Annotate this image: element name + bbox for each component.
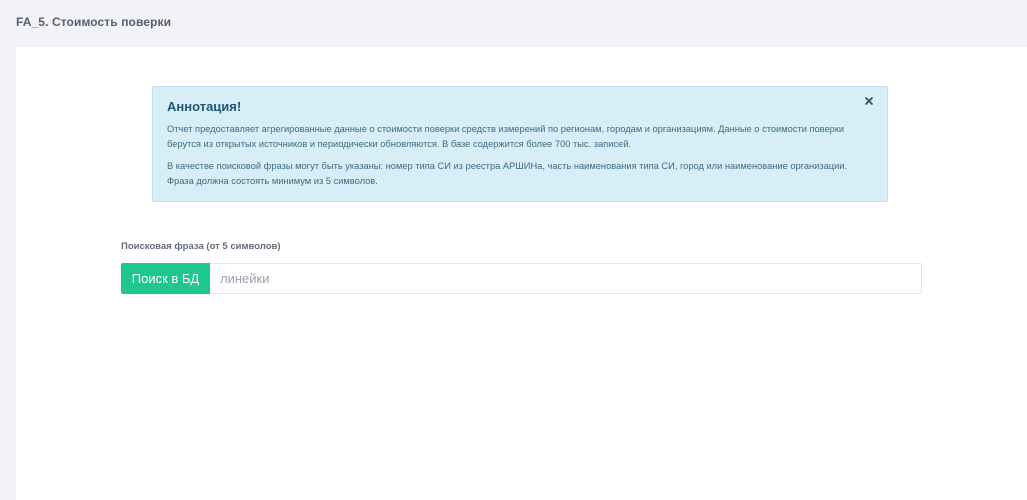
page-header: FA_5. Стоимость поверки — [0, 0, 1027, 46]
annotation-alert: Аннотация! Отчет предоставляет агрегиров… — [152, 86, 888, 202]
page-title: FA_5. Стоимость поверки — [16, 15, 172, 29]
annotation-paragraph-1: Отчет предоставляет агрегированные данны… — [167, 124, 845, 149]
content-card: Аннотация! Отчет предоставляет агрегиров… — [16, 47, 1027, 500]
search-input[interactable] — [210, 263, 922, 294]
close-icon[interactable] — [862, 94, 876, 108]
search-group: Поиск в БД — [121, 263, 922, 294]
annotation-paragraph-2: В качестве поисковой фразы могут быть ук… — [167, 161, 848, 186]
annotation-title: Аннотация! — [167, 99, 242, 114]
search-label: Поисковая фраза (от 5 символов) — [121, 241, 281, 252]
close-icon-graphic — [865, 97, 873, 105]
search-db-button[interactable]: Поиск в БД — [121, 263, 210, 294]
